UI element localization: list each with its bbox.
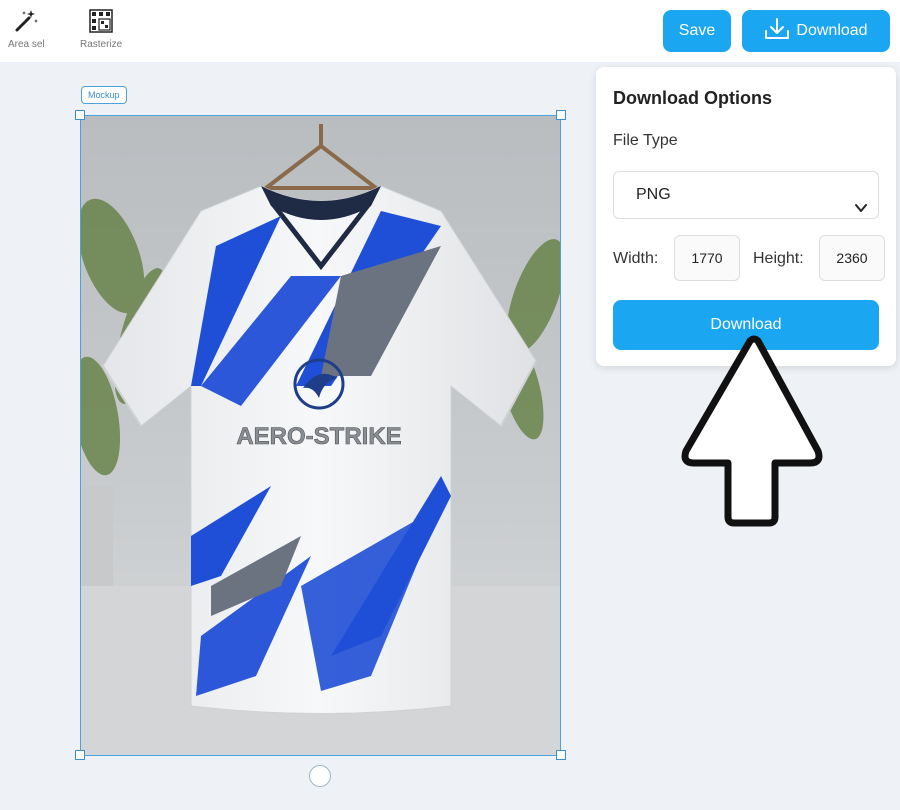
jersey-brand-text: AERO-STRIKE (236, 423, 401, 450)
top-toolbar: Area sel Rasterize Save Download (0, 0, 900, 62)
mockup-image-frame[interactable]: AERO-STRIKE (80, 115, 561, 756)
width-label: Width: (613, 250, 659, 267)
download-icon (764, 17, 790, 46)
download-options-panel: Download Options File Type PNG Width: 17… (596, 67, 896, 366)
width-input[interactable]: 1770 (674, 235, 740, 281)
resize-handle-bottom-right[interactable] (556, 750, 566, 760)
area-select-label: Area sel (8, 39, 45, 50)
rotate-handle[interactable] (309, 765, 331, 787)
mockup-tag: Mockup (81, 86, 127, 104)
height-label: Height: (753, 250, 804, 267)
save-button[interactable]: Save (663, 10, 731, 52)
arrow-up-pointer-icon (680, 335, 830, 535)
magic-wand-icon (13, 8, 39, 34)
height-input[interactable]: 2360 (819, 235, 885, 281)
jersey-mockup-image: AERO-STRIKE (81, 116, 560, 755)
download-button[interactable]: Download (742, 10, 890, 52)
area-select-tool[interactable]: Area sel (8, 8, 45, 50)
rasterize-tool[interactable]: Rasterize (80, 8, 122, 50)
rasterize-label: Rasterize (80, 39, 123, 50)
resize-handle-top-right[interactable] (556, 110, 566, 120)
file-type-value: PNG (636, 186, 671, 203)
chevron-down-icon (854, 188, 868, 234)
panel-title: Download Options (613, 88, 772, 108)
file-type-label: File Type (613, 132, 678, 149)
grid-icon (88, 8, 114, 34)
file-type-select[interactable]: PNG (613, 171, 879, 219)
download-button-label: Download (796, 22, 868, 39)
resize-handle-top-left[interactable] (75, 110, 85, 120)
resize-handle-bottom-left[interactable] (75, 750, 85, 760)
